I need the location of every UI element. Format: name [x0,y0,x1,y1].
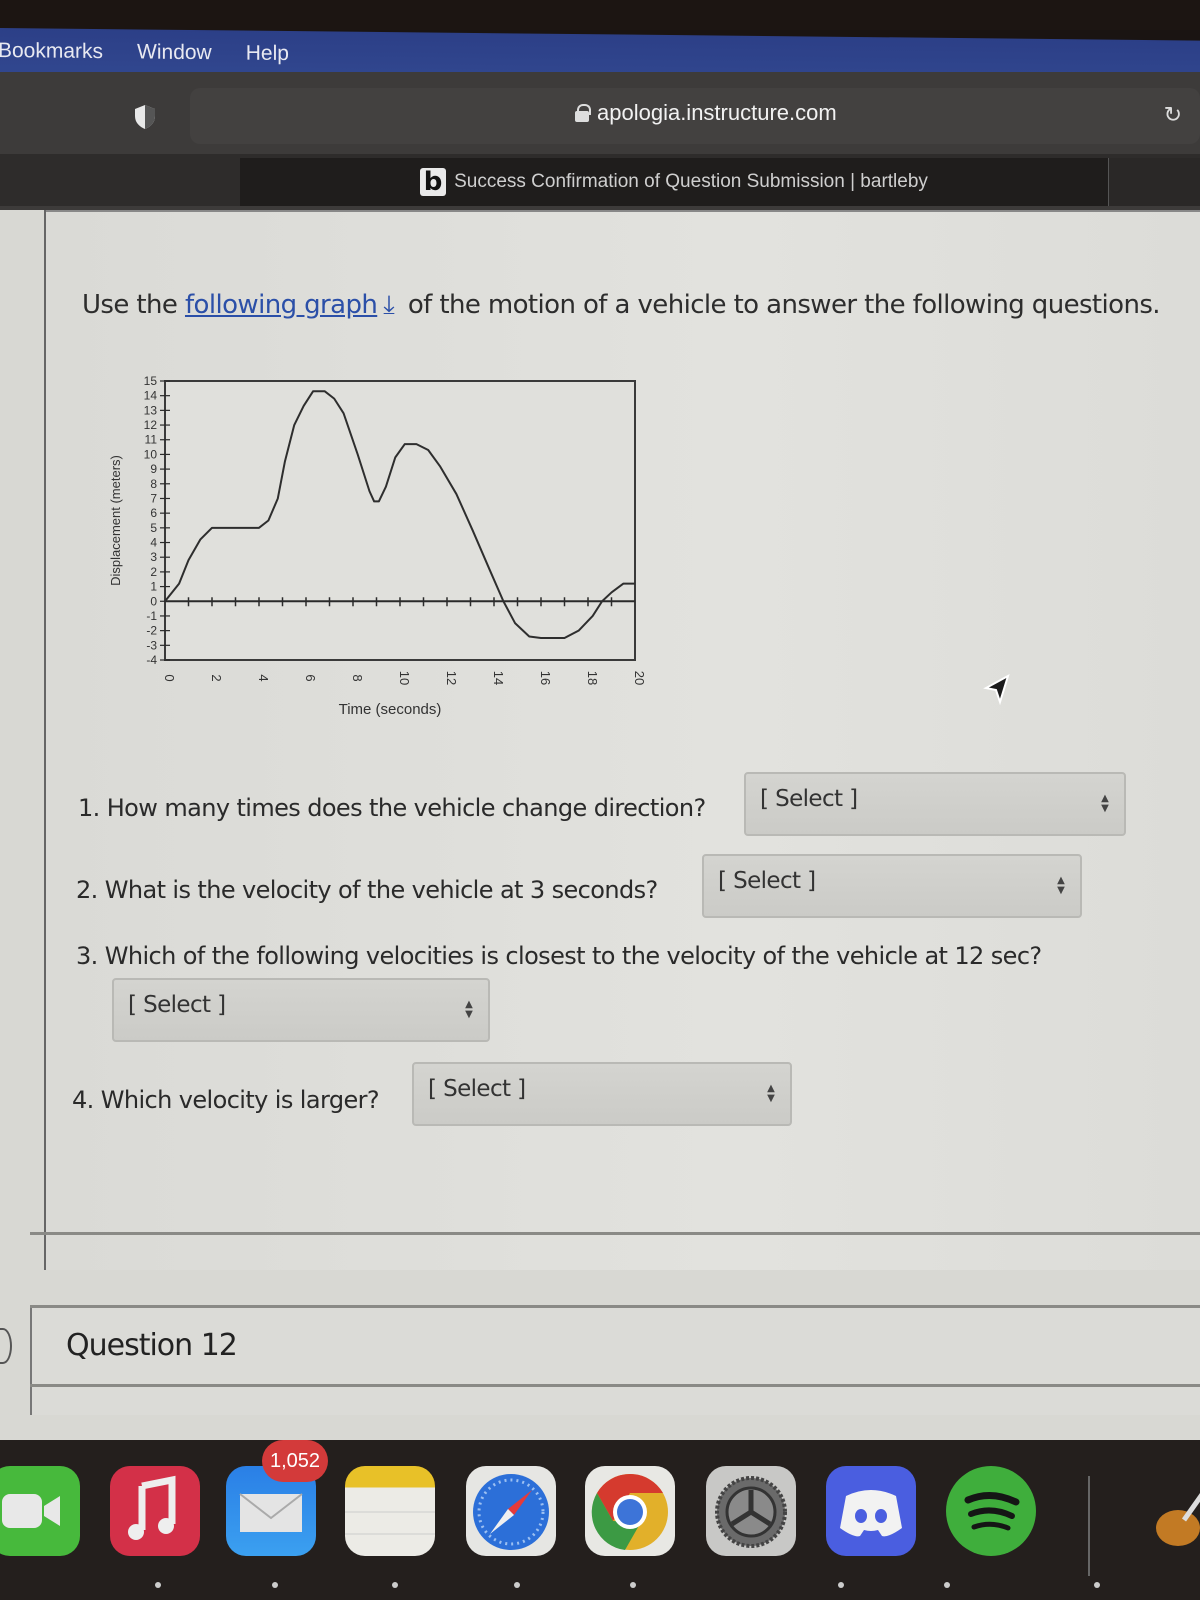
y-tick-label: 12 [144,418,158,432]
y-tick-label: 7 [150,491,157,505]
x-tick-label: 4 [256,674,271,681]
select-arrows-icon: ▲ ▼ [1101,793,1109,814]
dock-safari[interactable] [466,1466,556,1556]
plot-frame [164,380,636,661]
privacy-shield-icon[interactable] [134,104,156,130]
question-2-text: 2. What is the velocity of the vehicle a… [76,876,658,904]
y-tick-label: 6 [150,506,157,520]
mail-unread-badge: 1,052 [262,1440,329,1482]
browser-chrome: apologia.instructure.com ↻ b Success Con… [0,72,1200,210]
question-4-select[interactable]: [ Select ] ▲ ▼ [412,1062,792,1126]
intro-text: Use the following graph ⤓ of the motion o… [82,290,1161,321]
question-4-text: 4. Which velocity is larger? [72,1086,380,1114]
spotify-icon [964,1492,1020,1531]
x-tick-label: 2 [209,674,224,681]
question-12-title: Question 12 [66,1328,238,1363]
x-tick-label: 20 [632,671,647,685]
menu-help[interactable]: Help [246,42,289,66]
dock-running-indicator [392,1582,398,1588]
safari-compass-icon [473,1474,549,1550]
tab-other[interactable] [1108,158,1200,206]
select-arrows-icon: ▲ ▼ [767,1083,775,1104]
dock-chrome[interactable] [585,1466,675,1556]
dock-running-indicator [630,1582,636,1588]
y-tick-label: 8 [150,477,157,491]
url-text: apologia.instructure.com [597,100,837,125]
x-tick-label: 8 [350,674,365,681]
y-tick-label: 13 [144,403,158,417]
question-3-select[interactable]: [ Select ] ▲ ▼ [112,978,490,1042]
dock-running-indicator [1094,1582,1100,1588]
question-12-bottom-border [30,1384,1200,1387]
dock-running-indicator [272,1582,278,1588]
question-12-top-border [30,1305,1200,1308]
y-tick-label: 15 [144,374,158,388]
menu-bookmarks[interactable]: Bookmarks [0,39,103,64]
y-tick-label: -2 [146,624,157,638]
chrome-icon [591,1473,668,1550]
dock-facetime[interactable] [0,1466,80,1556]
monitor-bezel [0,0,1200,30]
y-tick-label: 14 [144,389,158,403]
x-tick-label: 12 [444,671,459,685]
lock-icon [575,104,591,122]
y-tick-label: -3 [146,638,157,652]
dock-garageband[interactable] [1140,1466,1200,1556]
dock-running-indicator [838,1582,844,1588]
gear-icon [715,1476,787,1548]
question-divider [30,1232,1200,1235]
tab-active[interactable]: b Success Confirmation of Question Submi… [240,158,1108,206]
y-tick-label: 3 [150,550,157,564]
x-tick-label: 0 [162,674,177,681]
address-bar[interactable]: apologia.instructure.com ↻ [190,88,1200,144]
dock-running-indicator [944,1582,950,1588]
facetime-icon [2,1494,60,1528]
question-1-text: 1. How many times does the vehicle chang… [78,794,706,822]
dock-system-preferences[interactable] [706,1466,796,1556]
question-1-select[interactable]: [ Select ] ▲ ▼ [744,772,1126,836]
music-note-icon [128,1475,176,1540]
y-tick-label: 9 [150,462,157,476]
x-axis-label: Time (seconds) [339,701,442,718]
y-tick-label: -1 [146,609,157,623]
select-arrows-icon: ▲ ▼ [1057,875,1065,896]
dock-running-indicator [514,1582,520,1588]
x-tick-label: 6 [303,674,318,681]
guitar-icon [1156,1493,1200,1546]
screen: Bookmarks Window Help apologia.instructu… [0,0,1200,1600]
discord-icon [840,1490,902,1537]
displacement-time-graph: 1514131211109876543210-1-2-3-40 2 4 6 8 10 12 1… [108,374,647,718]
y-tick-label: 4 [150,536,157,550]
tab-bar: b Success Confirmation of Question Submi… [0,154,1200,206]
dock-music[interactable] [110,1466,200,1556]
y-tick-label: 0 [150,594,157,608]
notes-icon [345,1511,435,1535]
dock-discord[interactable] [826,1466,916,1556]
mouse-cursor-icon [983,673,1010,706]
y-tick-label: 11 [145,433,158,447]
dock-separator [1088,1476,1090,1576]
y-tick-label: 5 [150,521,157,535]
reload-icon[interactable]: ↻ [1164,102,1182,128]
x-tick-label: 18 [585,671,600,685]
select-arrows-icon: ▲ ▼ [465,999,473,1020]
dock-spotify[interactable] [946,1466,1036,1556]
y-axis-label: Displacement (meters) [108,455,123,586]
y-tick-label: 2 [150,565,157,579]
question-3-text: 3. Which of the following velocities is … [76,942,1042,970]
y-tick-label: 1 [150,580,157,594]
x-tick-label: 14 [491,671,506,685]
question-2-select[interactable]: [ Select ] ▲ ▼ [702,854,1082,918]
graph-link[interactable]: following graph [185,290,378,320]
y-tick-label: -4 [146,653,157,667]
bartleby-favicon-icon: b [420,168,447,196]
x-tick-label: 16 [538,671,553,685]
menu-window[interactable]: Window [137,40,212,65]
tab-title: Success Confirmation of Question Submiss… [454,171,928,192]
dock-notes[interactable] [345,1466,435,1556]
dock-running-indicator [155,1582,161,1588]
download-icon[interactable]: ⤓ [383,290,395,321]
y-tick-label: 10 [144,447,158,461]
x-tick-label: 10 [397,671,412,685]
